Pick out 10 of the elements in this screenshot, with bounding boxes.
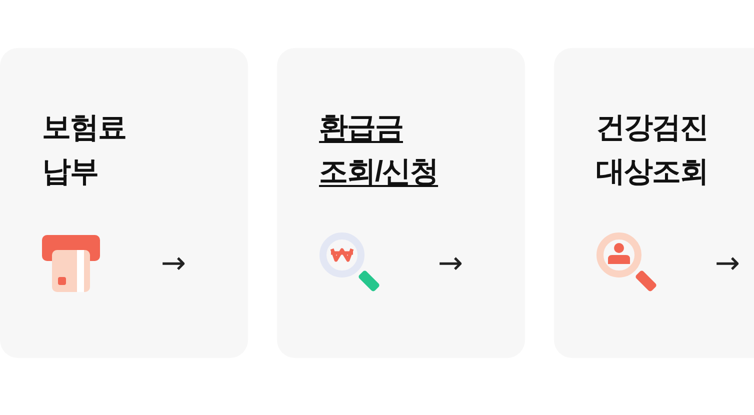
arrow-icon: → [714, 249, 740, 279]
card-title: 건강검진 대상조회 [596, 111, 708, 190]
menu-card[interactable]: 환급금 조회/신청 → [277, 48, 525, 358]
card-title: 환급금 조회/신청 [319, 111, 438, 190]
arrow-icon: → [438, 249, 463, 279]
menu-card[interactable]: 보험료 납부 → [0, 48, 248, 358]
card-slot-icon [42, 235, 102, 293]
menu-card[interactable]: 건강검진 대상조회 → [554, 48, 754, 358]
arrow-icon: → [160, 249, 186, 279]
card-title: 보험료 납부 [42, 111, 126, 190]
